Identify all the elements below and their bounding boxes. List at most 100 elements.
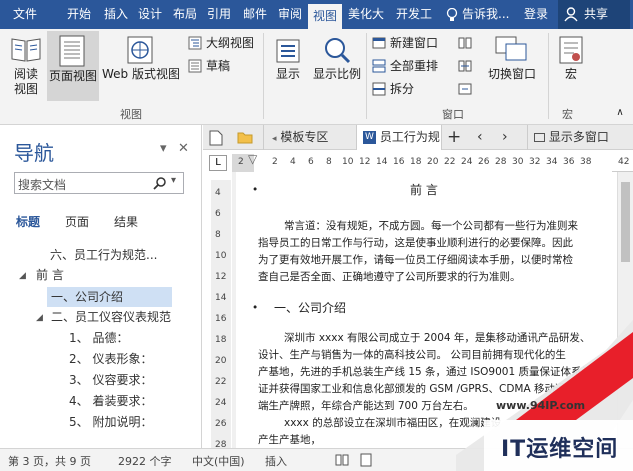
menu-layout[interactable]: 布局 bbox=[170, 0, 200, 29]
view-side-by-side-icon[interactable] bbox=[458, 36, 472, 50]
group-window-label: 窗口 bbox=[442, 108, 464, 121]
expand-triangle-icon[interactable]: ◢ bbox=[36, 313, 43, 323]
page-layout-icon bbox=[59, 35, 85, 67]
doc-paragraph-line: 查自己是否全面、正确地遵守了公司所要求的行为准则。 bbox=[258, 271, 521, 283]
web-view-button[interactable]: Web 版式视图 bbox=[100, 67, 182, 82]
group-macro-label: 宏 bbox=[562, 108, 573, 121]
share-button[interactable]: 共享 bbox=[558, 0, 630, 29]
doc-paragraph-line: 常言道：没有规矩，不成方圆。每一个公司都有一些行为准则来 bbox=[284, 220, 578, 232]
zoom-button[interactable]: 显示比例 bbox=[310, 67, 364, 82]
expand-triangle-icon[interactable]: ◢ bbox=[19, 271, 26, 281]
menu-mailings[interactable]: 邮件 bbox=[240, 0, 270, 29]
macro-button[interactable]: 宏 bbox=[556, 67, 586, 82]
navigation-pane: 导航 ▾ ✕ 搜索文档 ▾ 标题 页面 结果 六、员工行为规范... ◢ 前 言… bbox=[0, 125, 202, 448]
doc-tab-templates[interactable]: ◂ 模板专区 bbox=[263, 125, 353, 150]
doc-heading: 前 言 bbox=[410, 183, 438, 197]
tab-pages[interactable]: 页面 bbox=[65, 213, 89, 230]
read-view-button[interactable]: 阅读 视图 bbox=[6, 67, 46, 97]
menu-insert[interactable]: 插入 bbox=[101, 0, 131, 29]
search-icon[interactable] bbox=[153, 176, 167, 190]
indent-marker-icon[interactable]: ▽ bbox=[248, 152, 257, 166]
window-icon bbox=[534, 133, 545, 142]
menu-references[interactable]: 引用 bbox=[204, 0, 234, 29]
tab-stop-selector[interactable]: L bbox=[209, 155, 227, 171]
arrange-all-button[interactable]: 全部重排 bbox=[370, 59, 446, 74]
menu-beautify[interactable]: 美化大 bbox=[343, 0, 389, 29]
tree-item[interactable]: 4、 着装要求： bbox=[69, 391, 152, 411]
word-count[interactable]: 2922 个字 bbox=[118, 453, 172, 469]
doc-paragraph-line: 指导员工的日常工作与行动，这是使事业顺利进行的必要保障。因此 bbox=[258, 237, 573, 249]
add-tab-button[interactable]: + bbox=[447, 125, 461, 150]
outline-view-button[interactable]: 大纲视图 bbox=[186, 36, 258, 51]
switch-window-icon bbox=[495, 36, 527, 61]
tree-item[interactable]: 六、员工行为规范... bbox=[50, 245, 157, 265]
nav-title: 导航 bbox=[14, 141, 54, 165]
lightbulb-icon bbox=[446, 8, 458, 21]
page-view-label: 页面视图 bbox=[48, 69, 97, 83]
print-layout-icon[interactable] bbox=[360, 453, 372, 467]
switch-window-button[interactable]: 切换窗口 bbox=[484, 67, 540, 82]
watermark-url: www.94IP.com bbox=[496, 399, 586, 412]
show-multi-window-button[interactable]: 显示多窗口 bbox=[527, 125, 609, 150]
doc-tab-active-label: 员工行为规 bbox=[379, 130, 440, 144]
doc-paragraph-line: 端生产牌照，年综合产能达到 700 万台左右。 bbox=[258, 400, 474, 412]
reset-window-position-icon[interactable] bbox=[458, 82, 472, 96]
vertical-ruler[interactable]: 4 6 8 10 12 14 16 18 20 22 24 26 28 bbox=[211, 180, 231, 450]
ribbon: 阅读 视图 页面视图 Web 版式视图 大纲视图 草稿 视图 显示 显示比例 新… bbox=[0, 29, 633, 125]
show-multi-window-label: 显示多窗口 bbox=[548, 130, 609, 144]
watermark: www.94IP.com IT运维空间 bbox=[456, 320, 633, 471]
macro-icon bbox=[559, 36, 583, 64]
split-button[interactable]: 拆分 bbox=[370, 82, 430, 97]
doc-tab-templates-label: 模板专区 bbox=[280, 130, 329, 144]
read-mode-icon[interactable] bbox=[335, 454, 349, 466]
draft-view-button[interactable]: 草稿 bbox=[186, 59, 246, 74]
doc-paragraph-line: 为了更有效地开展工作，请每一位员工仔细阅读本手册，以便时常检 bbox=[258, 254, 573, 266]
tree-item[interactable]: 二、员工仪容仪表规范 bbox=[51, 307, 171, 327]
tab-results[interactable]: 结果 bbox=[114, 213, 138, 230]
tell-me-box[interactable]: 告诉我... bbox=[462, 0, 512, 29]
watermark-brand: IT运维空间 bbox=[501, 437, 619, 462]
close-icon[interactable]: ✕ bbox=[178, 141, 189, 156]
tree-item[interactable]: 1、 品德： bbox=[69, 328, 128, 348]
new-doc-icon[interactable] bbox=[209, 130, 223, 146]
language-indicator[interactable]: 中文(中国) bbox=[192, 453, 245, 469]
folder-icon[interactable] bbox=[237, 131, 253, 144]
web-layout-icon bbox=[127, 36, 153, 64]
menu-design[interactable]: 设计 bbox=[135, 0, 165, 29]
person-icon bbox=[564, 7, 578, 22]
page-view-button[interactable]: 页面视图 bbox=[47, 31, 99, 101]
scroll-right-icon[interactable]: › bbox=[502, 125, 508, 150]
new-window-button[interactable]: 新建窗口 bbox=[370, 36, 446, 51]
tab-headings[interactable]: 标题 bbox=[16, 213, 40, 230]
tree-item[interactable]: 2、 仪表形象： bbox=[69, 349, 152, 369]
tree-item[interactable]: 5、 附加说明： bbox=[69, 412, 152, 432]
nav-options-icon[interactable]: ▾ bbox=[160, 141, 167, 156]
login-button[interactable]: 登录 bbox=[520, 0, 552, 29]
doc-tab-active[interactable]: W 员工行为规 bbox=[356, 125, 442, 150]
word-doc-icon: W bbox=[363, 131, 376, 144]
doc-paragraph-line: 产生产基地， bbox=[258, 434, 321, 446]
tree-item-selected[interactable]: 一、公司介绍 bbox=[47, 287, 172, 307]
collapse-ribbon-icon[interactable]: ∧ bbox=[612, 105, 628, 120]
menu-developer[interactable]: 开发工 bbox=[392, 0, 436, 29]
horizontal-ruler[interactable]: 2 ▽ 2 4 6 8 10 12 14 16 18 20 22 24 26 2… bbox=[232, 152, 633, 172]
search-placeholder: 搜索文档 bbox=[18, 178, 67, 192]
menu-home[interactable]: 开始 bbox=[64, 0, 94, 29]
show-icon bbox=[276, 39, 300, 63]
doc-section-heading: 一、公司介绍 bbox=[274, 301, 347, 315]
document-tabs-bar: ◂ 模板专区 W 员工行为规 + ‹ › 显示多窗口 bbox=[203, 125, 633, 150]
tree-item[interactable]: 3、 仪容要求： bbox=[69, 370, 152, 390]
tree-item[interactable]: 前 言 bbox=[36, 265, 64, 285]
scroll-left-icon[interactable]: ‹ bbox=[477, 125, 483, 150]
menu-file[interactable]: 文件 bbox=[8, 0, 42, 29]
menu-view[interactable]: 视图 bbox=[308, 4, 342, 29]
share-label: 共享 bbox=[584, 7, 609, 21]
search-dropdown-icon[interactable]: ▾ bbox=[171, 175, 176, 186]
page-count[interactable]: 第 3 页，共 9 页 bbox=[8, 453, 91, 469]
sync-scroll-icon[interactable] bbox=[458, 59, 472, 73]
insert-mode[interactable]: 插入 bbox=[265, 453, 287, 469]
show-button[interactable]: 显示 bbox=[268, 67, 308, 82]
menu-review[interactable]: 审阅 bbox=[275, 0, 305, 29]
zoom-icon bbox=[325, 38, 351, 64]
search-input[interactable]: 搜索文档 ▾ bbox=[14, 172, 184, 194]
